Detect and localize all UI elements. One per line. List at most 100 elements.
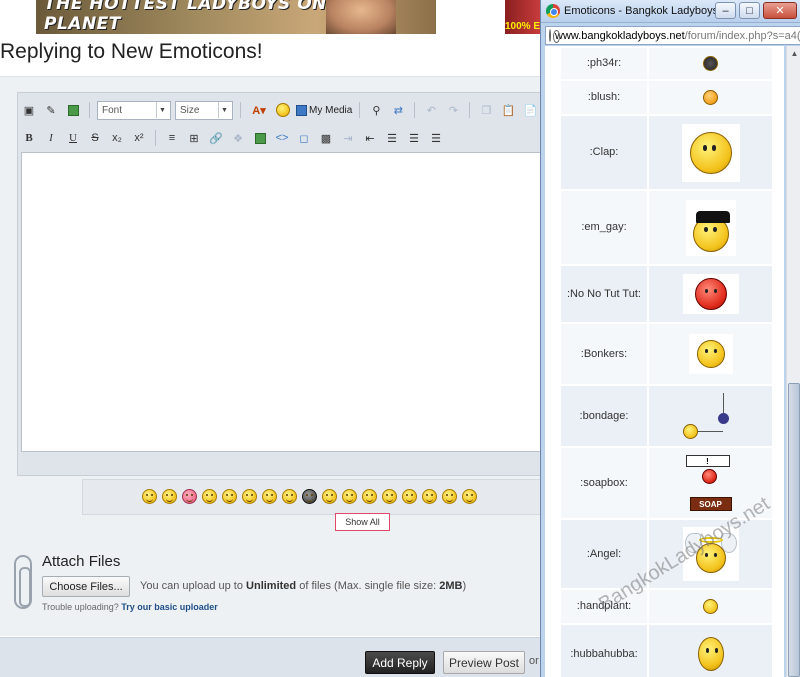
replace-icon[interactable]: ⇄	[389, 101, 407, 119]
choose-files-button[interactable]: Choose Files...	[42, 576, 130, 597]
clap-emoticon-icon	[689, 131, 732, 174]
emoticon-row[interactable]: :Clap:	[561, 114, 772, 189]
find-icon[interactable]: ⚲	[367, 101, 385, 119]
paste-text-icon[interactable]: 📄	[521, 101, 539, 119]
smiley-ninja-icon[interactable]	[302, 489, 317, 504]
editor-toolbar-row-2: B I U S x₂ x² ≡ ⊞ 🔗 ❖ <> ◻ ▩ ⇥ ⇤ ☰ ☰ ☰	[20, 127, 445, 149]
popup-titlebar[interactable]: Emoticons - Bangkok Ladyboys ... – □ ✕	[541, 0, 800, 23]
emoticon-row[interactable]: :bondage:	[561, 384, 772, 446]
globe-icon	[549, 29, 560, 43]
emoticon-code: :em_gay:	[561, 191, 647, 264]
maximize-button[interactable]: □	[739, 2, 760, 19]
add-reply-button[interactable]: Add Reply	[365, 651, 435, 674]
smiley-icon[interactable]	[202, 489, 217, 504]
align-center-icon[interactable]: ☰	[405, 129, 423, 147]
indent-icon[interactable]: ⇥	[339, 129, 357, 147]
spoiler-icon[interactable]: ▩	[317, 129, 335, 147]
smiley-icon[interactable]	[342, 489, 357, 504]
emoticon-row[interactable]: :Bonkers:	[561, 322, 772, 384]
smiley-icon[interactable]	[362, 489, 377, 504]
emoticon-row[interactable]: :No No Tut Tut:	[561, 264, 772, 322]
italic-button[interactable]: I	[42, 129, 60, 147]
unlink-icon[interactable]: ❖	[229, 129, 247, 147]
bonkers-emoticon-frame	[688, 334, 733, 374]
em-gay-emoticon-frame	[685, 199, 736, 256]
redo-icon[interactable]: ↷	[444, 101, 462, 119]
table-icon[interactable]	[64, 101, 82, 119]
upload-info-size: 2MB	[439, 580, 463, 592]
smiley-icon[interactable]	[282, 489, 297, 504]
smiley-icon[interactable]	[222, 489, 237, 504]
top-banner-ad[interactable]: THE HOTTEST LADYBOYS ON THE PLANET	[36, 0, 436, 34]
media-icon	[296, 104, 307, 116]
undo-icon[interactable]: ↶	[422, 101, 440, 119]
emoticon-code: :ph34r:	[561, 48, 647, 79]
emoticon-row[interactable]: :handplant:	[561, 588, 772, 623]
ninja-emoticon-icon	[703, 56, 718, 71]
preview-post-button[interactable]: Preview Post	[443, 651, 525, 674]
emoticon-row[interactable]: :ph34r:	[561, 46, 772, 79]
popup-scrollbar[interactable]: ▲	[786, 46, 800, 677]
emoticon-row[interactable]: :blush:	[561, 79, 772, 114]
bondage-emoticon-frame	[682, 393, 739, 439]
outdent-icon[interactable]: ⇤	[361, 129, 379, 147]
text-color-icon[interactable]: A▾	[248, 101, 270, 119]
align-right-icon[interactable]: ☰	[427, 129, 445, 147]
bullet-list-icon[interactable]: ≡	[163, 129, 181, 147]
smiley-icon[interactable]	[382, 489, 397, 504]
emoticon-row[interactable]: :em_gay:	[561, 189, 772, 264]
emoticons-list: :ph34r: :blush: :Clap: :em_gay::No No T…	[545, 46, 784, 677]
eraser-icon[interactable]: ✎	[42, 101, 60, 119]
address-bar[interactable]: www.bangkokladyboys.net/forum/index.php?…	[545, 26, 800, 45]
smiley-icon[interactable]	[162, 489, 177, 504]
smiley-icon[interactable]	[262, 489, 277, 504]
source-view-icon[interactable]: ▣	[20, 101, 38, 119]
superscript-button[interactable]: x²	[130, 129, 148, 147]
message-textarea[interactable]	[21, 152, 541, 452]
minimize-button[interactable]: –	[715, 2, 736, 19]
trouble-uploading: Trouble uploading? Try our basic uploade…	[42, 602, 218, 612]
url-path: /forum/index.php?s=a4(	[684, 29, 800, 42]
code-icon[interactable]: <>	[273, 129, 291, 147]
emoticon-row[interactable]: :hubbahubba:	[561, 623, 772, 677]
size-select[interactable]: Size ▼	[175, 100, 233, 120]
bold-button[interactable]: B	[20, 129, 38, 147]
quote-icon[interactable]: ◻	[295, 129, 313, 147]
smiley-icon[interactable]	[402, 489, 417, 504]
font-select[interactable]: Font ▼	[97, 100, 171, 120]
show-all-smilies-link[interactable]: Show All	[335, 513, 390, 531]
upload-info-middle: of files (Max. single file size:	[296, 580, 440, 592]
emoticon-code: :blush:	[561, 81, 647, 114]
numbered-list-icon[interactable]: ⊞	[185, 129, 203, 147]
smiley-icon[interactable]	[242, 489, 257, 504]
smiley-icon[interactable]	[322, 489, 337, 504]
soapbox-emoticon-frame: ! SOAP	[685, 455, 736, 511]
underline-button[interactable]: U	[64, 129, 82, 147]
emoticon-image-cell	[647, 324, 772, 384]
image-icon[interactable]	[251, 129, 269, 147]
paperclip-icon	[14, 555, 32, 609]
subscript-button[interactable]: x₂	[108, 129, 126, 147]
smiley-love-icon[interactable]	[182, 489, 197, 504]
bonkers-emoticon-icon	[696, 340, 725, 368]
smiley-icon[interactable]	[442, 489, 457, 504]
table-icon-shape	[67, 104, 79, 116]
basic-uploader-link[interactable]: Try our basic uploader	[121, 602, 218, 612]
page-title: Replying to New Emoticons!	[0, 40, 263, 63]
side-banner-ad[interactable]: 100% E	[505, 0, 545, 34]
scroll-up-arrow-icon[interactable]: ▲	[787, 46, 800, 61]
link-icon[interactable]: 🔗	[207, 129, 225, 147]
smiley-icon[interactable]	[142, 489, 157, 504]
paste-icon[interactable]: 📋	[499, 101, 517, 119]
strikethrough-button[interactable]: S	[86, 129, 104, 147]
biker-emoticon-icon	[692, 210, 730, 252]
copy-icon[interactable]: ❐	[477, 101, 495, 119]
smiley-icon[interactable]	[422, 489, 437, 504]
my-media-button[interactable]: My Media	[296, 104, 352, 116]
emoticon-icon[interactable]	[274, 101, 292, 119]
align-left-icon[interactable]: ☰	[383, 129, 401, 147]
scroll-thumb[interactable]	[788, 383, 800, 677]
close-button[interactable]: ✕	[763, 2, 797, 19]
smiley-icon[interactable]	[462, 489, 477, 504]
tut-tut-emoticon-frame	[682, 274, 739, 314]
